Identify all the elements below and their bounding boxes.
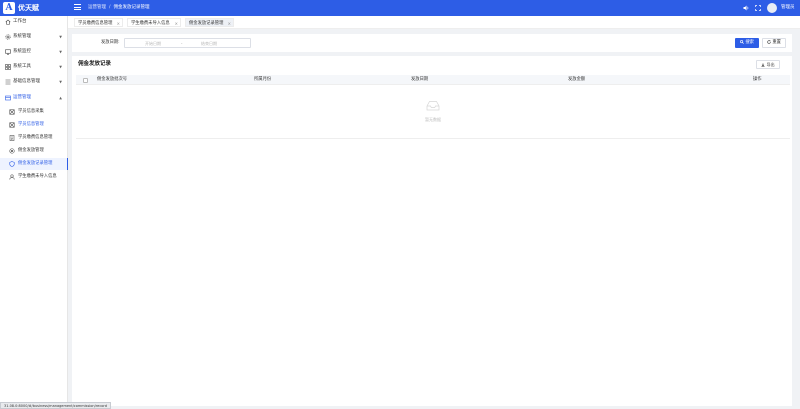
date-separator: - [181,41,183,46]
sidebar-item-system-tools[interactable]: 系统工具 ▼ [0,61,68,73]
breadcrumb-item-current: 佣金发放记录管理 [113,5,150,10]
export-button[interactable]: 导出 [756,60,780,69]
close-icon[interactable]: × [117,19,120,28]
column-header-date[interactable]: 发放日期 [411,75,428,85]
table-header: 佣金发放批次号 所属月份 发放日期 发放金额 操作 [76,75,790,85]
close-icon[interactable]: × [228,19,231,28]
app-name: 优天赋 [18,4,39,12]
chevron-down-icon: ▼ [59,65,62,69]
column-header-batch-no[interactable]: 佣金发放批次号 [97,75,127,85]
breadcrumb-separator: / [109,5,111,10]
fullscreen-icon[interactable] [755,5,761,11]
sidebar-item-label: 运营管理 [13,95,31,100]
top-header: A 优天赋 运营管理 / 佣金发放记录管理 管理员 [0,0,800,16]
document-icon [9,135,15,141]
column-header-amount[interactable]: 发放金额 [568,75,585,85]
sidebar-subitem-label: 佣金发放管理 [18,148,44,153]
sidebar-subitem-commission-record[interactable]: 佣金发放记录管理 [0,158,68,170]
column-header-month[interactable]: 所属月份 [254,75,271,85]
end-date-input[interactable]: 结束日期 [201,41,217,47]
circle-icon [9,148,15,154]
sidebar: 工作台 系统管理 ▼ 系统监控 ▼ 系统工具 ▼ 基础信息管理 ▼ 运营管理 ▲… [0,16,68,409]
gear-icon [5,34,11,40]
search-icon [740,39,744,44]
box-icon [9,109,15,115]
grid-icon [5,64,11,70]
chevron-down-icon: ▼ [59,80,62,84]
select-all-checkbox[interactable] [83,77,88,83]
sidebar-subitem-student-payment[interactable]: 学员缴费信息管理 [0,132,68,144]
tab-student-payment[interactable]: 学员缴费信息管理 × [74,18,123,27]
reset-button[interactable]: 重置 [762,38,786,48]
list-icon [5,79,11,85]
export-button-label: 导出 [766,62,775,67]
sidebar-subitem-student-info[interactable]: 学员信息管理 [0,119,68,131]
sidebar-subitem-student-collection[interactable]: 学员信息采集 [0,106,68,118]
table-panel: 佣金发放记录 导出 佣金发放批次号 所属月份 发放日期 发放金额 操作 暂无数据 [72,56,792,406]
breadcrumb-item-operations[interactable]: 运营管理 [88,5,106,10]
sidebar-subitem-label: 佣金发放记录管理 [18,161,53,166]
chevron-up-icon: ▲ [59,96,62,100]
reset-button-label: 重置 [772,40,781,45]
sidebar-subitem-label: 学员信息采集 [18,109,44,114]
browser-status-url: 31.08.0:8000/#/business/management/commi… [0,402,111,409]
shield-icon [9,161,15,167]
sidebar-item-operations[interactable]: 运营管理 ▲ [0,92,68,104]
sidebar-item-label: 工作台 [13,19,27,24]
tab-commission-record[interactable]: 佣金发放记录管理 × [185,18,234,27]
app-logo[interactable]: A [3,2,15,14]
volume-icon[interactable] [743,5,749,11]
date-filter-label: 发放日期: [101,40,120,45]
sidebar-subitem-label: 学员缴费信息管理 [18,135,53,140]
empty-text: 暂无数据 [425,117,441,122]
empty-inbox-icon [426,100,440,111]
tab-label: 学生缴费未导入信息 [131,21,170,26]
chevron-down-icon: ▼ [59,35,62,39]
tab-label: 佣金发放记录管理 [189,21,224,26]
search-button[interactable]: 搜索 [735,38,759,48]
close-icon[interactable]: × [175,19,178,28]
breadcrumb: 运营管理 / 佣金发放记录管理 [88,5,150,11]
sidebar-item-workbench[interactable]: 工作台 [0,16,68,28]
avatar[interactable] [767,3,777,13]
search-panel: 发放日期: 开始日期 - 结束日期 搜索 重置 [72,34,792,52]
sidebar-item-label: 基础信息管理 [13,79,40,84]
sidebar-item-label: 系统工具 [13,64,31,69]
sidebar-subitem-unimported-payment[interactable]: 学生缴费未导入信息 [0,171,68,183]
panel-title: 佣金发放记录 [78,61,112,67]
start-date-input[interactable]: 开始日期 [145,41,161,47]
search-button-label: 搜索 [745,40,754,45]
download-icon [761,62,765,67]
sidebar-item-label: 系统管理 [13,34,31,39]
sidebar-item-label: 系统监控 [13,49,31,54]
sidebar-item-basic-info[interactable]: 基础信息管理 ▼ [0,76,68,88]
sidebar-subitem-label: 学员信息管理 [18,122,44,127]
column-header-actions: 操作 [753,77,762,82]
sidebar-subitem-label: 学生缴费未导入信息 [18,174,57,179]
box-icon [9,122,15,128]
tab-label: 学员缴费信息管理 [78,21,113,26]
chevron-down-icon: ▼ [59,50,62,54]
table-empty-state: 暂无数据 [76,85,790,139]
card-icon [5,95,11,101]
refresh-icon [767,39,771,44]
sidebar-item-system-monitor[interactable]: 系统监控 ▼ [0,46,68,58]
sidebar-subitem-commission[interactable]: 佣金发放管理 [0,145,68,157]
date-range-picker[interactable]: 开始日期 - 结束日期 [124,38,251,48]
menu-icon[interactable] [74,4,81,11]
username[interactable]: 管理员 [781,5,795,11]
home-icon [5,19,11,25]
monitor-icon [5,49,11,55]
sidebar-item-system-management[interactable]: 系统管理 ▼ [0,31,68,43]
tabs-bar: 学员缴费信息管理 × 学生缴费未导入信息 × 佣金发放记录管理 × [68,16,800,29]
tab-unimported-payment[interactable]: 学生缴费未导入信息 × [127,18,181,27]
user-icon [9,174,15,180]
